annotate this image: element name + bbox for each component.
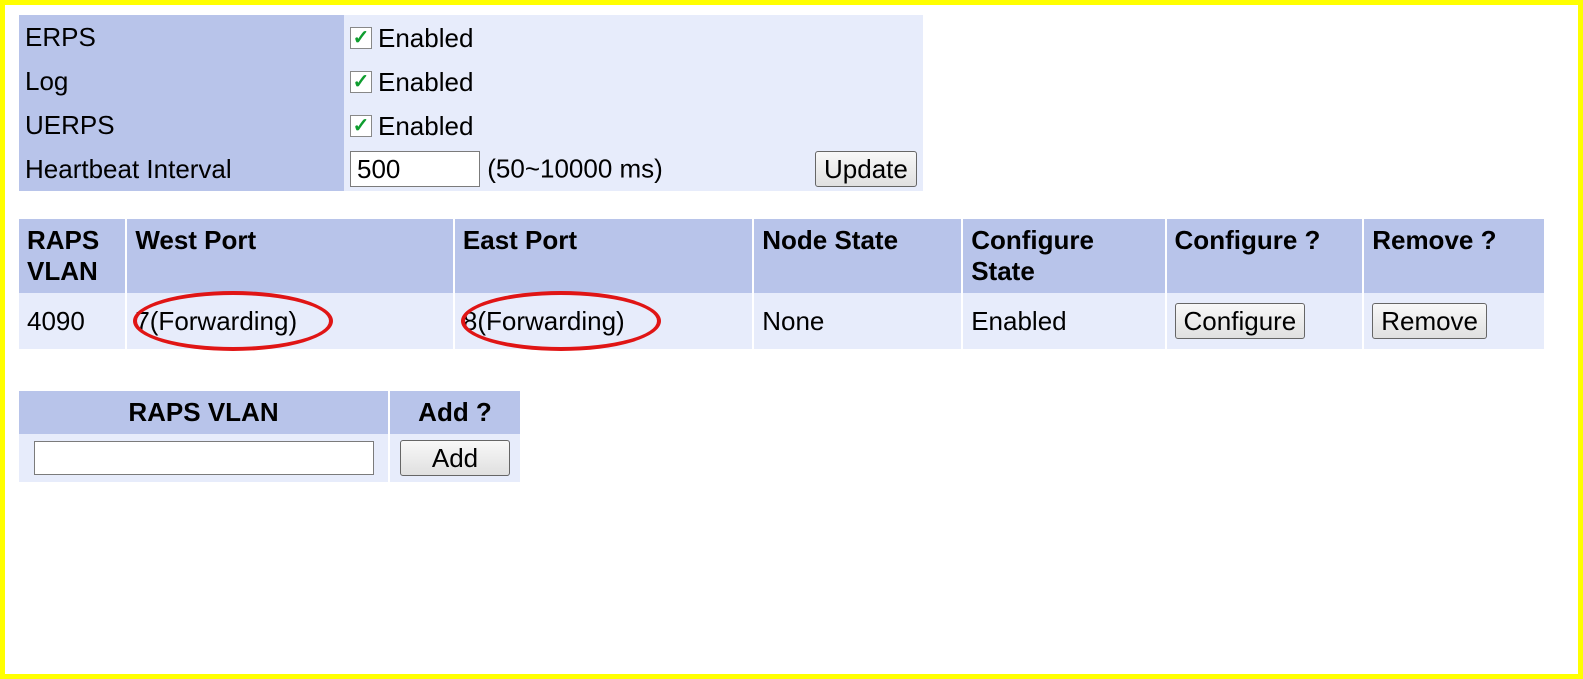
heartbeat-btn-cell: Update	[809, 147, 923, 191]
remove-button[interactable]: Remove	[1372, 303, 1487, 339]
heartbeat-hint: (50~10000 ms)	[487, 154, 663, 184]
uerps-row: UERPS ✓ Enabled	[19, 103, 923, 147]
hdr-west-port: West Port	[126, 219, 454, 293]
heartbeat-row: Heartbeat Interval (50~10000 ms) Update	[19, 147, 923, 191]
erps-enabled-text: Enabled	[378, 23, 473, 54]
hdr-configure-state: Configure State	[962, 219, 1165, 293]
raps-table: RAPS VLAN West Port East Port Node State…	[19, 219, 1544, 349]
log-enabled-text: Enabled	[378, 67, 473, 98]
update-button[interactable]: Update	[815, 151, 917, 187]
log-label: Log	[19, 59, 344, 103]
heartbeat-input[interactable]	[350, 151, 480, 187]
raps-header-row: RAPS VLAN West Port East Port Node State…	[19, 219, 1544, 293]
add-header-row: RAPS VLAN Add ?	[19, 391, 520, 434]
add-btn-cell: Add	[389, 434, 520, 482]
east-port-text: 8(Forwarding)	[463, 306, 625, 336]
erps-label: ERPS	[19, 15, 344, 59]
add-vlan-cell	[19, 434, 389, 482]
raps-vlan-input[interactable]	[34, 441, 374, 475]
heartbeat-label: Heartbeat Interval	[19, 147, 344, 191]
configure-button[interactable]: Configure	[1175, 303, 1306, 339]
cell-cfg-state: Enabled	[962, 293, 1165, 349]
cell-node-state: None	[753, 293, 962, 349]
erps-value-cell: ✓ Enabled	[344, 15, 923, 59]
uerps-checkbox[interactable]: ✓	[350, 115, 372, 137]
settings-table: ERPS ✓ Enabled Log ✓ Enabled UERPS ✓	[19, 15, 923, 191]
erps-row: ERPS ✓ Enabled	[19, 15, 923, 59]
hdr-configure: Configure ?	[1166, 219, 1364, 293]
add-button[interactable]: Add	[400, 440, 510, 476]
log-row: Log ✓ Enabled	[19, 59, 923, 103]
hdr-raps-vlan: RAPS VLAN	[19, 219, 126, 293]
erps-config-panel: ERPS ✓ Enabled Log ✓ Enabled UERPS ✓	[0, 0, 1583, 679]
cell-vlan: 4090	[19, 293, 126, 349]
uerps-enabled-text: Enabled	[378, 111, 473, 142]
cell-west-port: 7(Forwarding)	[126, 293, 454, 349]
log-checkbox[interactable]: ✓	[350, 71, 372, 93]
add-vlan-table: RAPS VLAN Add ? Add	[19, 391, 520, 482]
log-value-cell: ✓ Enabled	[344, 59, 923, 103]
hdr-remove: Remove ?	[1363, 219, 1544, 293]
cell-east-port: 8(Forwarding)	[454, 293, 753, 349]
uerps-value-cell: ✓ Enabled	[344, 103, 923, 147]
west-port-text: 7(Forwarding)	[135, 306, 297, 336]
uerps-label: UERPS	[19, 103, 344, 147]
cell-remove: Remove	[1363, 293, 1544, 349]
cell-configure: Configure	[1166, 293, 1364, 349]
heartbeat-value-cell: (50~10000 ms)	[344, 147, 809, 191]
add-hdr-add: Add ?	[389, 391, 520, 434]
table-row: 4090 7(Forwarding) 8(Forwarding) None En…	[19, 293, 1544, 349]
hdr-node-state: Node State	[753, 219, 962, 293]
hdr-east-port: East Port	[454, 219, 753, 293]
erps-checkbox[interactable]: ✓	[350, 27, 372, 49]
add-hdr-vlan: RAPS VLAN	[19, 391, 389, 434]
add-input-row: Add	[19, 434, 520, 482]
